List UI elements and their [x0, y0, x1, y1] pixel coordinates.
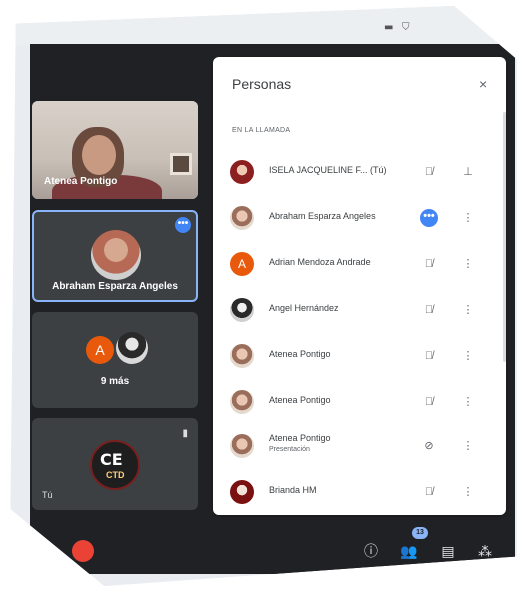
avatar	[91, 230, 141, 280]
participant-name: Atenea Pontigo	[269, 349, 331, 359]
participant-row[interactable]: Atenea Pontigo 🎙̸ ⋮	[226, 340, 500, 372]
avatar	[230, 344, 254, 368]
participant-row[interactable]: Brianda HM 🎙̸ ⋮	[226, 476, 500, 508]
kebab-menu-icon[interactable]: ⋮	[462, 437, 474, 455]
participant-tile-others[interactable]: A 9 más	[32, 312, 198, 408]
participant-row[interactable]: Angel Hernández 🎙̸ ⋮	[226, 294, 500, 326]
avatar	[230, 206, 254, 230]
participant-name: Abraham Esparza Angeles	[269, 211, 376, 221]
screenshot-frame: ▬ ⛉ Atenea Pontigo ••• Abraham Esparza A…	[10, 5, 517, 587]
logo-text-top: CE	[100, 450, 123, 469]
mic-icon: ▮	[182, 428, 188, 439]
avatar	[230, 480, 254, 504]
info-icon[interactable]: ⓘ	[361, 541, 381, 561]
participant-name: Atenea Pontigo	[269, 395, 331, 405]
close-icon[interactable]: ×	[479, 76, 487, 92]
participant-name: Adrian Mendoza Andrade	[269, 257, 371, 267]
participant-row[interactable]: Abraham Esparza Angeles ••• ⋮	[226, 202, 500, 234]
participant-name: Atenea Pontigo	[269, 433, 331, 443]
kebab-menu-icon[interactable]: ⋮	[462, 483, 474, 501]
participant-tile-atenea[interactable]: Atenea Pontigo	[32, 101, 198, 199]
people-count-badge: 13	[412, 527, 428, 539]
kebab-menu-icon[interactable]: ⋮	[462, 393, 474, 411]
participant-tile-self[interactable]: CE CTD ▮ Tú	[32, 418, 198, 510]
participant-name: Brianda HM	[269, 485, 317, 495]
cast-icon[interactable]: ▬	[384, 22, 393, 33]
chat-icon[interactable]: ▤	[438, 541, 458, 561]
panel-scrollbar[interactable]	[503, 112, 506, 362]
mic-off-icon[interactable]: 🎙̸	[420, 163, 438, 181]
section-header: EN LA LLAMADA	[232, 127, 291, 134]
tile-name-label: Abraham Esparza Angeles	[52, 281, 178, 292]
avatar	[116, 332, 148, 364]
avatar	[230, 434, 254, 458]
ceid-logo: CE CTD	[90, 440, 140, 490]
people-icon[interactable]: 👥	[399, 541, 419, 561]
participant-tile-abraham[interactable]: ••• Abraham Esparza Angeles	[32, 210, 198, 302]
more-options-icon[interactable]: •••	[175, 217, 191, 233]
avatar	[230, 390, 254, 414]
avatar	[230, 298, 254, 322]
avatar	[230, 160, 254, 184]
kebab-menu-icon[interactable]: ⋮	[462, 255, 474, 273]
participant-row[interactable]: ISELA JACQUELINE F... (Tú) 🎙̸ ⊥	[226, 156, 500, 188]
kebab-menu-icon[interactable]: ⋮	[462, 209, 474, 227]
more-dots-icon[interactable]: •••	[420, 209, 438, 227]
mic-off-icon[interactable]: 🎙̸	[420, 393, 438, 411]
participant-name: Angel Hernández	[269, 303, 339, 313]
mic-off-icon[interactable]: 🎙̸	[420, 483, 438, 501]
participant-row[interactable]: A Adrian Mendoza Andrade 🎙̸ ⋮	[226, 248, 500, 280]
presenting-off-icon[interactable]: ⊘	[420, 437, 438, 455]
mic-off-icon[interactable]: 🎙̸	[420, 347, 438, 365]
browser-top-bar: ▬ ⛉	[10, 5, 517, 45]
wall-picture	[170, 153, 192, 175]
logo-text-bottom: CTD	[106, 470, 125, 480]
mic-off-icon[interactable]: 🎙̸	[420, 301, 438, 319]
avatar-letter: A	[86, 336, 114, 364]
participant-name: ISELA JACQUELINE F... (Tú)	[269, 165, 387, 175]
more-participants-label: 9 más	[100, 376, 130, 387]
participant-row[interactable]: Atenea Pontigo Presentación ⊘ ⋮	[226, 430, 500, 462]
end-call-button[interactable]	[72, 540, 94, 562]
mic-off-icon[interactable]: 🎙̸	[420, 255, 438, 273]
tile-name-label: Atenea Pontigo	[44, 176, 118, 187]
participant-row[interactable]: Atenea Pontigo 🎙̸ ⋮	[226, 386, 500, 418]
kebab-menu-icon[interactable]: ⋮	[462, 347, 474, 365]
panel-title: Personas	[232, 76, 292, 92]
extension-icon[interactable]: ⛉	[402, 22, 410, 33]
pin-icon[interactable]: ⊥	[462, 163, 474, 181]
kebab-menu-icon[interactable]: ⋮	[462, 301, 474, 319]
self-label: Tú	[42, 490, 53, 500]
video-face	[82, 135, 116, 175]
avatar-letter: A	[230, 252, 254, 276]
participant-subtitle: Presentación	[269, 446, 310, 453]
activities-icon[interactable]: ⁂	[475, 541, 495, 561]
